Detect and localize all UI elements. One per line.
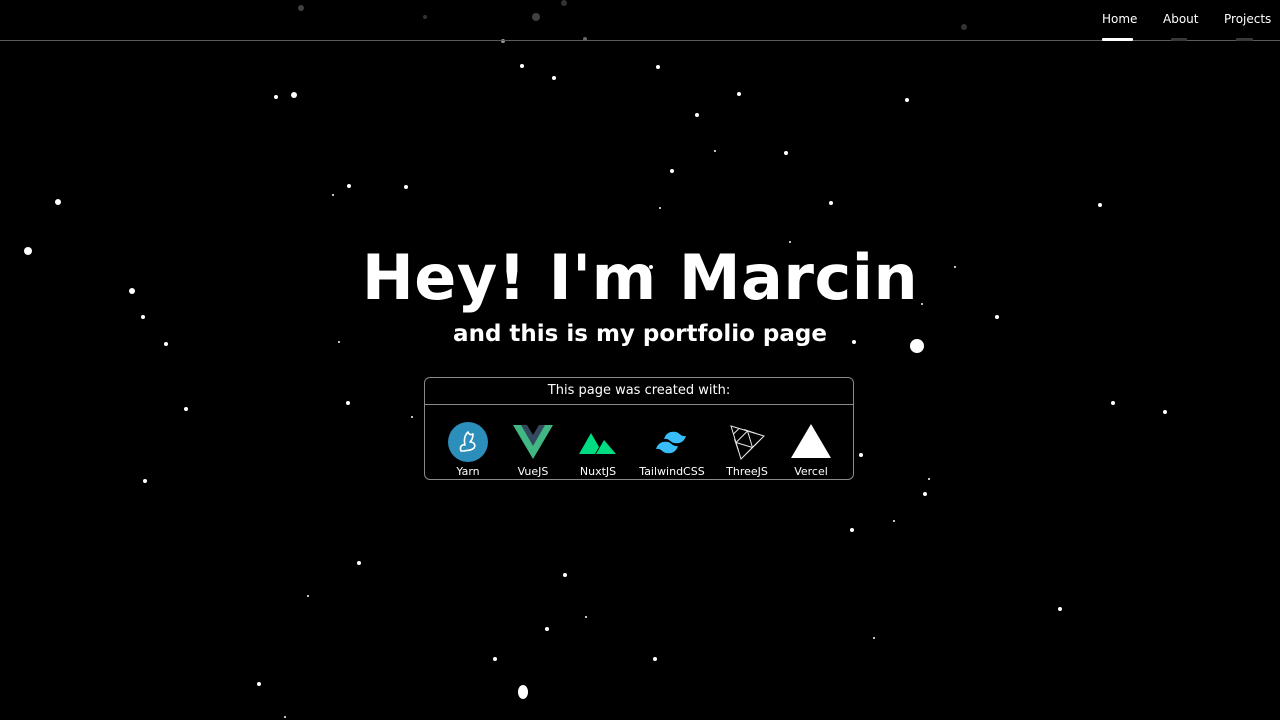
star xyxy=(307,595,309,597)
star xyxy=(1111,401,1115,405)
threejs-icon xyxy=(730,425,765,460)
star xyxy=(143,479,147,483)
nav-home-indicator xyxy=(1102,38,1133,41)
star xyxy=(291,92,297,98)
nuxt-icon xyxy=(579,433,616,454)
star xyxy=(411,416,413,418)
star xyxy=(695,113,699,117)
tech-stack-card: This page was created with: Yarn VueJS N… xyxy=(424,377,854,480)
star xyxy=(656,65,660,69)
star xyxy=(284,716,286,718)
vercel-icon xyxy=(791,424,831,458)
star xyxy=(737,92,741,96)
star xyxy=(257,682,261,686)
tech-item-nuxtjs[interactable]: NuxtJS xyxy=(558,420,638,479)
nav-projects-indicator xyxy=(1236,38,1253,41)
star xyxy=(670,169,674,173)
tech-label-vercel: Vercel xyxy=(794,465,828,478)
yarn-icon xyxy=(448,422,488,462)
star xyxy=(184,407,188,411)
star xyxy=(923,492,927,496)
tailwind-icon xyxy=(656,431,686,454)
star xyxy=(859,453,863,457)
star xyxy=(1163,410,1167,414)
star xyxy=(928,478,930,480)
nav-home-link[interactable]: Home xyxy=(1102,12,1137,26)
star xyxy=(404,185,408,189)
star xyxy=(346,401,350,405)
star xyxy=(829,201,833,205)
star xyxy=(1058,607,1062,611)
star xyxy=(659,207,661,209)
star xyxy=(357,561,361,565)
star xyxy=(714,150,716,152)
nav-projects-link[interactable]: Projects xyxy=(1224,12,1271,26)
star xyxy=(332,194,334,196)
star xyxy=(1098,203,1102,207)
star xyxy=(347,184,351,188)
star xyxy=(873,637,875,639)
vue-icon xyxy=(513,425,553,459)
top-navbar: Home About Projects xyxy=(0,0,1280,41)
tech-label-tailwindcss: TailwindCSS xyxy=(639,465,705,478)
star xyxy=(520,64,524,68)
hero-subtitle: and this is my portfolio page xyxy=(453,321,827,347)
tech-item-vercel[interactable]: Vercel xyxy=(771,420,851,479)
tech-label-nuxtjs: NuxtJS xyxy=(579,465,617,478)
tech-item-tailwindcss[interactable]: TailwindCSS xyxy=(632,420,712,479)
star xyxy=(905,98,909,102)
star xyxy=(55,199,61,205)
star xyxy=(784,151,788,155)
star xyxy=(893,520,895,522)
nav-about-link[interactable]: About xyxy=(1163,12,1198,26)
star xyxy=(552,76,556,80)
nav-about-indicator xyxy=(1171,38,1187,41)
starfield-background xyxy=(24,0,1167,718)
star xyxy=(274,95,278,99)
hero-title: Hey! I'm Marcin xyxy=(361,241,919,314)
star xyxy=(563,573,567,577)
star xyxy=(545,627,549,631)
star xyxy=(850,528,854,532)
star xyxy=(518,685,528,699)
star xyxy=(653,657,657,661)
tech-stack-title: This page was created with: xyxy=(425,378,853,405)
star xyxy=(493,657,497,661)
star xyxy=(585,616,587,618)
